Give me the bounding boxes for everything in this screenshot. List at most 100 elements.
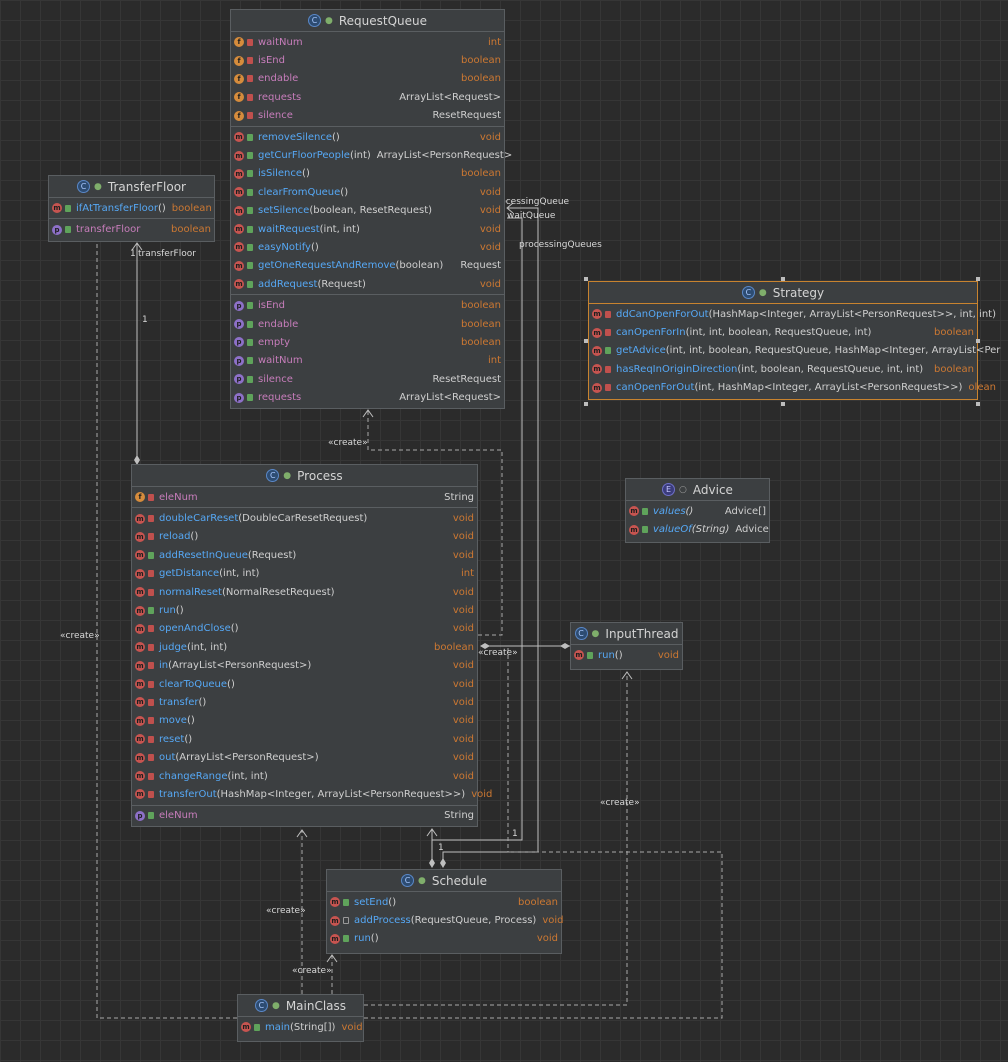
properties-section: p eleNum String [132, 806, 477, 826]
selection-handle[interactable] [781, 277, 785, 281]
method-row[interactable]: m judge (int, int) boolean [132, 638, 477, 656]
class-process[interactable]: C ● Process f eleNum String m doubleCarReset(… [131, 464, 492, 827]
label-processing-queues: processingQueues [519, 240, 602, 250]
method-row[interactable]: m doubleCarReset (DoubleCarResetRequest) vo… [132, 509, 477, 527]
method-row[interactable]: m main (String[]) void [238, 1018, 363, 1036]
method-row[interactable]: m getAdvice (int, int, boolean, RequestQue… [589, 342, 1000, 360]
method-icon: m [234, 150, 244, 161]
method-row[interactable]: m setSilence (boolean, ResetRequest) void [231, 202, 504, 220]
property-row[interactable]: p isEnd boolean [231, 296, 504, 314]
private-lock-icon [148, 717, 154, 725]
fields-section: f waitNum int f isEnd boolean f endable boolea… [231, 32, 504, 127]
field-row[interactable]: f endable boolean [231, 70, 504, 88]
field-icon: f [234, 110, 244, 121]
method-row[interactable]: m hasReqInOriginDirection (int, boolean, R… [589, 360, 977, 378]
property-row[interactable]: p silence ResetRequest [231, 370, 504, 388]
methods-section: m values() Advice[] m valueOf (String) Advice [626, 501, 769, 540]
method-row[interactable]: m addRequest (Request) void [231, 275, 504, 293]
method-row[interactable]: m canOpenForOut (int, HashMap<Integer, Arr… [589, 379, 996, 397]
selection-handle[interactable] [584, 402, 588, 406]
private-lock-icon [247, 93, 253, 101]
field-row[interactable]: f silence ResetRequest [231, 107, 504, 125]
method-row[interactable]: m changeRange (int, int) void [132, 767, 477, 785]
method-row[interactable]: m removeSilence() void [231, 128, 504, 146]
public-icon [247, 375, 253, 383]
label-create-left: «create» [60, 631, 100, 641]
property-row[interactable]: p empty boolean [231, 333, 504, 351]
property-row[interactable]: p transferFloor boolean [49, 220, 214, 238]
field-row[interactable]: f waitNum int [231, 33, 504, 51]
method-row[interactable]: m values() Advice[] [626, 502, 769, 520]
property-row[interactable]: p waitNum int [231, 352, 504, 370]
method-row[interactable]: m normalReset (NormalResetRequest) void [132, 583, 477, 601]
field-row[interactable]: f requests ArrayList<Request> [231, 88, 504, 106]
method-row[interactable]: m getOneRequestAndRemove (boolean) Request [231, 257, 504, 275]
method-row[interactable]: m getCurFloorPeople (int) ArrayList<PersonR… [231, 146, 512, 164]
class-transfer-floor[interactable]: C ● TransferFloor m ifAtTransferFloor() bool… [48, 175, 215, 242]
field-row[interactable]: f eleNum String [132, 488, 477, 506]
private-lock-icon [247, 112, 253, 120]
method-icon: m [135, 568, 145, 579]
field-icon: f [234, 92, 244, 103]
method-row[interactable]: m canOpenForIn (int, int, boolean, Request… [589, 323, 977, 341]
property-row[interactable]: p eleNum String [132, 807, 477, 825]
public-icon: ● [283, 470, 292, 481]
class-strategy[interactable]: C ● Strategy m ddCanOpenForOut (HashMap<Inte… [588, 281, 1000, 400]
public-icon [148, 551, 154, 559]
method-row[interactable]: m isSilence() boolean [231, 165, 504, 183]
method-row[interactable]: m waitRequest (int, int) void [231, 220, 504, 238]
selection-handle[interactable] [584, 339, 588, 343]
private-lock-icon [148, 735, 154, 743]
method-row[interactable]: m run() void [132, 601, 477, 619]
method-row[interactable]: m addProcess (RequestQueue, Process) void [327, 911, 564, 929]
methods-section: m main (String[]) void [238, 1017, 363, 1037]
selection-handle[interactable] [584, 277, 588, 281]
private-lock-icon [148, 662, 154, 670]
private-lock-icon [605, 365, 611, 373]
method-row[interactable]: m openAndClose() void [132, 620, 477, 638]
field-icon: f [234, 37, 244, 48]
method-row[interactable]: m reset() void [132, 730, 477, 748]
class-advice[interactable]: E ○ Advice m values() Advice[] m valueOf (Stri… [625, 478, 770, 543]
selection-handle[interactable] [781, 402, 785, 406]
method-row[interactable]: m easyNotify() void [231, 238, 504, 256]
property-row[interactable]: p endable boolean [231, 315, 504, 333]
method-row[interactable]: m setEnd() boolean [327, 893, 561, 911]
field-row[interactable]: f isEnd boolean [231, 51, 504, 69]
class-input-thread[interactable]: C ● InputThread m run() void [570, 622, 683, 670]
property-row[interactable]: p requests ArrayList<Request> [231, 388, 504, 406]
class-request-queue[interactable]: C ● RequestQueue f waitNum int f isEnd boolean… [230, 9, 512, 409]
arrow-process-from-schedule [426, 828, 438, 837]
method-row[interactable]: m addResetInQueue (Request) void [132, 546, 477, 564]
selection-handle[interactable] [976, 277, 980, 281]
property-icon: p [234, 337, 244, 348]
method-row[interactable]: m run() void [327, 930, 561, 948]
label-one-c: 1 [512, 829, 518, 839]
method-row[interactable]: m in (ArrayList<PersonRequest>) void [132, 657, 477, 675]
selection-handle[interactable] [976, 402, 980, 406]
property-icon: p [234, 300, 244, 311]
class-main-class[interactable]: C ● MainClass m main (String[]) void [237, 994, 364, 1042]
method-row[interactable]: m clearFromQueue() void [231, 183, 504, 201]
public-icon [343, 898, 349, 906]
class-icon: C [77, 180, 91, 193]
public-icon [148, 607, 154, 615]
selection-handle[interactable] [976, 339, 980, 343]
class-schedule[interactable]: C ● Schedule m setEnd() boolean m addProcess(… [326, 869, 564, 954]
label-one-a: 1 [142, 315, 148, 325]
method-row[interactable]: m clearToQueue() void [132, 675, 477, 693]
method-row[interactable]: m ifAtTransferFloor() boolean [49, 199, 214, 217]
method-row[interactable]: m transferOut (HashMap<Integer, ArrayList<… [132, 785, 492, 803]
method-row[interactable]: m valueOf (String) Advice [626, 520, 769, 538]
method-icon: m [629, 524, 639, 535]
public-icon [254, 1023, 260, 1031]
method-row[interactable]: m run() void [571, 646, 682, 664]
method-row[interactable]: m getDistance (int, int) int [132, 565, 477, 583]
method-row[interactable]: m ddCanOpenForOut (HashMap<Integer, ArrayL… [589, 305, 996, 323]
method-row[interactable]: m transfer() void [132, 693, 477, 711]
public-icon [65, 226, 71, 234]
method-row[interactable]: m out (ArrayList<PersonRequest>) void [132, 748, 477, 766]
method-row[interactable]: m move() void [132, 712, 477, 730]
package-icon: ○ [679, 484, 687, 495]
method-row[interactable]: m reload() void [132, 528, 477, 546]
